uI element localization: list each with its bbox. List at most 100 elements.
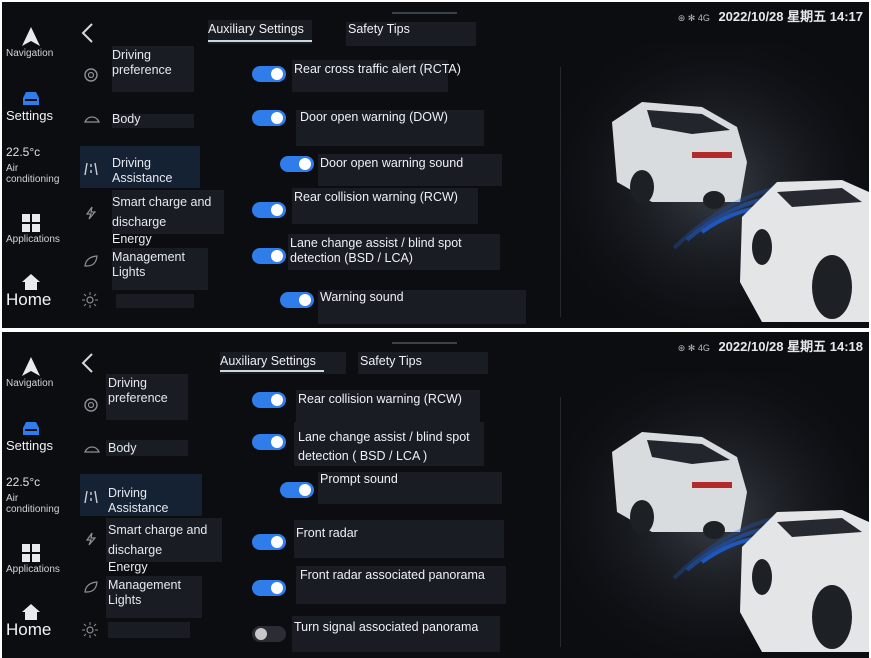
applications-grid-icon	[22, 544, 40, 562]
category-driving-preference[interactable]: Driving preference	[80, 376, 220, 416]
category-energy-management[interactable]: Energy Management Lights	[80, 232, 220, 284]
category-body-label: Body	[112, 112, 141, 126]
option-label-rcw: Rear collision warning (RCW)	[294, 190, 458, 204]
toggle-rcta[interactable]	[252, 66, 286, 82]
leaf-icon	[84, 255, 98, 267]
toggle-door-open-sound[interactable]	[280, 156, 314, 172]
driving-preference-icon	[84, 68, 98, 82]
category-smart-charge[interactable]: Smart charge and discharge	[80, 192, 220, 229]
toggle-front-radar-panorama[interactable]	[252, 580, 286, 596]
status-datetime: 2022/10/28 星期五 14:17	[718, 9, 863, 24]
nav-air-conditioning[interactable]: 22.5°c Air conditioning	[6, 145, 70, 185]
category-driving-assistance[interactable]: Driving Assistance	[80, 156, 220, 186]
temperature-value: 22.5°c	[6, 145, 41, 159]
toggle-front-radar[interactable]	[252, 534, 286, 550]
category-driving-assistance-label: Driving Assistance	[108, 486, 169, 515]
status-icons: ⊛ ✻ 4G	[677, 13, 710, 23]
nav-applications[interactable]: Applications	[6, 544, 70, 575]
tab-safety-tips[interactable]: Safety Tips	[348, 22, 410, 36]
nav-air-label: Air conditioning	[6, 163, 60, 185]
toggle-bsd-lca[interactable]	[252, 434, 286, 450]
left-nav: Navigation Settings 22.5°c Air condition…	[2, 2, 72, 328]
toggle-warning-sound[interactable]	[280, 292, 314, 308]
option-label-bsd-lca: Lane change assist / blind spot detectio…	[298, 430, 470, 463]
category-driving-assistance-label: Driving Assistance	[112, 156, 173, 185]
driving-preference-icon	[84, 398, 98, 412]
option-label-warning-sound: Warning sound	[320, 290, 404, 304]
option-label-rcta: Rear cross traffic alert (RCTA)	[294, 62, 461, 76]
back-chevron-icon[interactable]	[80, 22, 96, 44]
category-management-lights-label: Management Lights	[108, 578, 181, 607]
nav-navigation-label: Navigation	[6, 378, 54, 389]
toggle-dow[interactable]	[252, 110, 286, 126]
toggle-rcw[interactable]	[252, 392, 286, 408]
category-box	[116, 294, 194, 308]
panel-divider	[560, 67, 561, 317]
toggle-knob	[299, 158, 311, 170]
toggle-knob	[271, 68, 283, 80]
toggle-turn-signal-panorama[interactable]	[252, 626, 286, 642]
settings-screen-1: ⊛ ✻ 4G 2022/10/28 星期五 14:17 Navigation S…	[2, 2, 869, 328]
nav-applications-label: Applications	[6, 234, 60, 245]
nav-applications-label: Applications	[6, 564, 60, 575]
status-icons: ⊛ ✻ 4G	[677, 343, 710, 353]
car-image-front	[740, 510, 869, 652]
category-body-label: Body	[108, 441, 137, 455]
sun-icon	[82, 622, 98, 638]
toggle-rcw[interactable]	[252, 202, 286, 218]
leaf-icon	[84, 581, 98, 593]
nav-settings[interactable]: Settings	[6, 90, 70, 123]
status-datetime: 2022/10/28 星期五 14:18	[718, 339, 863, 354]
nav-air-conditioning[interactable]: 22.5°c Air conditioning	[6, 475, 70, 515]
drag-handle[interactable]	[392, 12, 457, 14]
nav-navigation[interactable]: Navigation	[6, 356, 70, 389]
toggle-knob	[271, 112, 283, 124]
active-tab-underline	[220, 370, 324, 372]
toggle-knob	[271, 536, 283, 548]
tab-safety-tips[interactable]: Safety Tips	[360, 354, 422, 368]
tab-auxiliary-settings[interactable]: Auxiliary Settings	[208, 22, 304, 36]
active-tab-underline	[208, 40, 312, 42]
toggle-bsd-lca[interactable]	[252, 248, 286, 264]
toggle-knob	[271, 436, 283, 448]
navigation-icon	[22, 27, 40, 46]
category-smart-charge-label: Smart charge and discharge	[112, 195, 212, 229]
sun-icon	[82, 292, 98, 308]
lightning-icon	[85, 532, 97, 546]
temperature-value: 22.5°c	[6, 475, 41, 489]
nav-home-label: Home	[6, 290, 52, 309]
applications-grid-icon	[22, 214, 40, 232]
category-driving-preference[interactable]: Driving preference	[80, 48, 220, 88]
nav-home[interactable]: Home	[6, 274, 70, 310]
option-label-bsd-lca: Lane change assist / blind spot detectio…	[290, 236, 462, 265]
option-label-door-open-sound: Door open warning sound	[320, 156, 464, 170]
status-bar: ⊛ ✻ 4G 2022/10/28 星期五 14:17	[678, 6, 863, 25]
nav-applications[interactable]: Applications	[6, 214, 70, 245]
settings-screen-2: ⊛ ✻ 4G 2022/10/28 星期五 14:18 Navigation S…	[2, 332, 869, 658]
nav-settings[interactable]: Settings	[6, 420, 70, 453]
left-nav: Navigation Settings 22.5°c Air condition…	[2, 332, 72, 658]
option-label-turn-signal-panorama: Turn signal associated panorama	[294, 620, 479, 634]
driving-assistance-icon	[84, 162, 98, 176]
toggle-prompt-sound[interactable]	[280, 482, 314, 498]
nav-navigation-label: Navigation	[6, 48, 54, 59]
option-label-front-radar-panorama: Front radar associated panorama	[300, 568, 485, 582]
category-driving-assistance[interactable]: Driving Assistance	[80, 486, 220, 516]
back-chevron-icon[interactable]	[80, 352, 96, 374]
category-energy-management[interactable]: Energy Management Lights	[80, 560, 220, 612]
category-body[interactable]: Body	[80, 112, 220, 132]
category-energy-label: Energy	[112, 232, 152, 246]
status-bar: ⊛ ✻ 4G 2022/10/28 星期五 14:18	[678, 336, 863, 355]
category-driving-preference-label: Driving preference	[108, 376, 168, 405]
tab-auxiliary-settings[interactable]: Auxiliary Settings	[220, 354, 316, 368]
toggle-knob	[271, 204, 283, 216]
category-smart-charge-label: Smart charge and discharge	[108, 523, 208, 557]
category-smart-charge[interactable]: Smart charge and discharge	[80, 520, 220, 557]
option-label-front-radar: Front radar	[296, 526, 358, 540]
body-car-icon	[84, 116, 100, 123]
nav-navigation[interactable]: Navigation	[6, 26, 70, 59]
nav-home[interactable]: Home	[6, 604, 70, 640]
drag-handle[interactable]	[392, 342, 457, 344]
driving-assistance-icon	[84, 490, 98, 504]
category-body[interactable]: Body	[80, 441, 220, 461]
